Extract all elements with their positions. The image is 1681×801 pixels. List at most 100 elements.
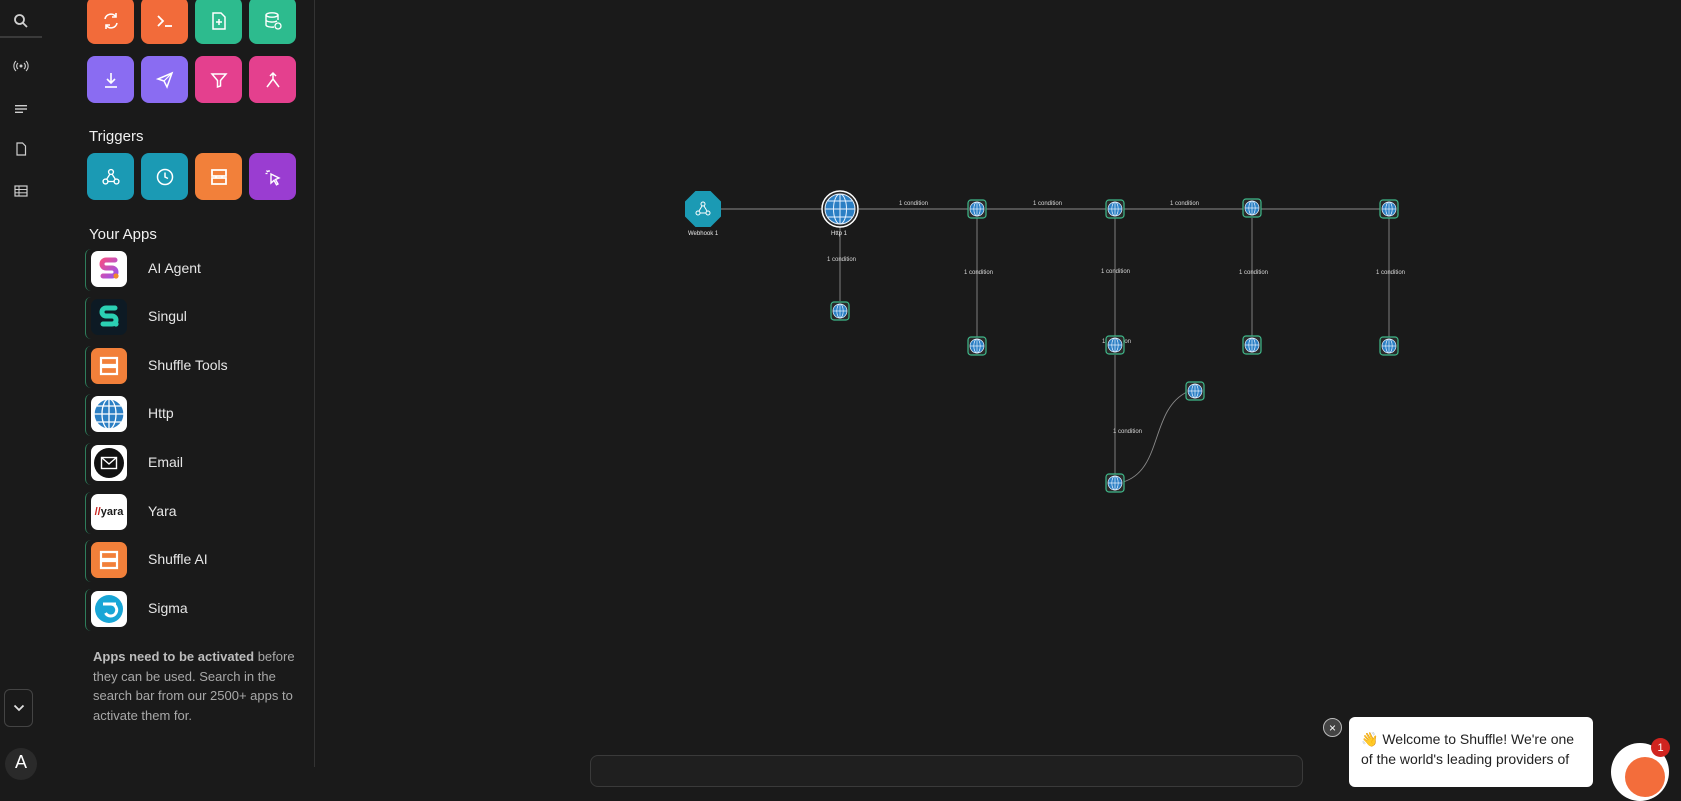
edge-label: 1 condition (1113, 429, 1142, 435)
edge-label: 1 condition (899, 201, 928, 207)
app-item-ai-agent[interactable]: AI Agent (85, 249, 291, 291)
chat-icon (1625, 757, 1665, 797)
http-action-node[interactable] (1242, 335, 1262, 355)
left-rail: A (0, 0, 56, 780)
clock-icon (156, 168, 173, 185)
refresh-icon (103, 12, 118, 29)
yara-logo-icon: //yara (91, 494, 127, 530)
merge-action-tile[interactable] (249, 56, 296, 103)
edge-label: 1 condition (1033, 201, 1062, 207)
welcome-popup[interactable]: 👋 Welcome to Shuffle! We're one of the w… (1349, 717, 1593, 787)
your-apps-heading: Your Apps (89, 226, 157, 243)
edge-label: 1 condition (1170, 201, 1199, 207)
http-action-node[interactable] (1379, 199, 1399, 219)
app-name: Http (148, 405, 174, 421)
http-action-node[interactable] (830, 301, 850, 321)
app-item-http[interactable]: Http (85, 394, 291, 436)
app-name: AI Agent (148, 260, 201, 276)
database-icon (264, 11, 282, 30)
http-action-node[interactable] (1185, 381, 1205, 401)
edge-label: 1 condition (1101, 269, 1130, 275)
edge-label: 1 condition (964, 270, 993, 276)
sigma-logo-icon (91, 591, 127, 627)
app-panel: Triggers Your Apps AI Agent Singul Shuff… (55, 0, 315, 767)
shuffle-logo-icon (91, 348, 127, 384)
globe-logo-icon (91, 396, 127, 432)
database-action-tile[interactable] (249, 0, 296, 44)
shuffle-logo-icon (210, 168, 227, 185)
http-node-label: Http 1 (831, 231, 848, 237)
app-name: Shuffle AI (148, 551, 208, 567)
app-item-email[interactable]: Email (85, 443, 291, 485)
workflow-canvas[interactable]: 1 condition 1 condition 1 condition 1 co… (315, 0, 1681, 767)
search-nav-button[interactable] (0, 6, 42, 38)
edge-labels: 1 condition 1 condition 1 condition 1 co… (827, 201, 1405, 435)
file-add-action-tile[interactable] (195, 0, 242, 44)
document-icon (16, 142, 27, 156)
send-action-tile[interactable] (141, 56, 188, 103)
filter-icon (209, 72, 228, 88)
broadcast-nav-button[interactable] (0, 58, 42, 74)
filter-action-tile[interactable] (195, 56, 242, 103)
activation-note-bold: Apps need to be activated (93, 649, 255, 664)
terminal-icon (156, 14, 172, 27)
http-action-node[interactable] (1105, 335, 1125, 355)
table-icon (14, 185, 28, 197)
http-action-node[interactable] (1242, 198, 1262, 218)
user-input-trigger-tile[interactable] (249, 153, 296, 200)
terminal-action-tile[interactable] (141, 0, 188, 44)
broadcast-icon (13, 60, 29, 72)
document-nav-button[interactable] (0, 141, 42, 157)
app-name: Yara (148, 503, 177, 519)
file-add-icon (211, 11, 226, 30)
chat-unread-badge: 1 (1651, 738, 1670, 757)
webhook-icon (101, 168, 120, 185)
globe-icon (824, 193, 856, 225)
http-action-node[interactable] (967, 336, 987, 356)
app-name: Shuffle Tools (148, 357, 228, 373)
http-action-node[interactable] (1105, 473, 1125, 493)
webhook-node[interactable] (685, 191, 721, 227)
http-action-node[interactable] (967, 199, 987, 219)
email-logo-icon (91, 445, 127, 481)
shuffle-logo-icon (91, 542, 127, 578)
http-node[interactable] (821, 190, 859, 228)
search-icon (14, 14, 28, 28)
app-name: Email (148, 454, 184, 470)
app-item-yara[interactable]: //yara Yara (85, 492, 291, 534)
ai-agent-logo-icon (91, 251, 127, 287)
chevron-down-icon (13, 704, 24, 712)
table-nav-button[interactable] (0, 183, 42, 199)
list-nav-button[interactable] (0, 101, 42, 117)
download-action-tile[interactable] (87, 56, 134, 103)
app-item-shuffle-ai[interactable]: Shuffle AI (85, 540, 291, 582)
workflow-graph[interactable]: 1 condition 1 condition 1 condition 1 co… (315, 0, 1681, 767)
popup-close-button[interactable]: × (1323, 718, 1342, 737)
app-item-shuffle-tools[interactable]: Shuffle Tools (85, 346, 291, 388)
edge-label: 1 condition (1376, 270, 1405, 276)
user-avatar[interactable]: A (5, 748, 37, 780)
edge-label: 1 condition (827, 257, 856, 263)
bottom-toolbar[interactable] (590, 755, 1303, 787)
triggers-heading: Triggers (89, 128, 144, 145)
shuffle-trigger-tile[interactable] (195, 153, 242, 200)
singul-logo-icon (91, 299, 127, 335)
webhook-trigger-tile[interactable] (87, 153, 134, 200)
http-action-node[interactable] (1105, 199, 1125, 219)
app-name: Singul (148, 308, 187, 324)
welcome-popup-text: 👋 Welcome to Shuffle! We're one of the w… (1361, 731, 1575, 767)
pointer-click-icon (265, 169, 281, 186)
app-item-sigma[interactable]: Sigma (85, 589, 291, 631)
yara-logo-text: yara (100, 506, 124, 518)
schedule-trigger-tile[interactable] (141, 153, 188, 200)
http-action-node[interactable] (1379, 336, 1399, 356)
edge-label: 1 condition (1239, 270, 1268, 276)
app-name: Sigma (148, 600, 188, 616)
merge-icon (265, 71, 280, 87)
expand-button[interactable] (4, 689, 33, 727)
app-item-singul[interactable]: Singul (85, 297, 291, 339)
activation-note: Apps need to be activated before they ca… (93, 647, 298, 725)
list-icon (15, 105, 27, 113)
refresh-action-tile[interactable] (87, 0, 134, 44)
send-icon (155, 71, 173, 89)
